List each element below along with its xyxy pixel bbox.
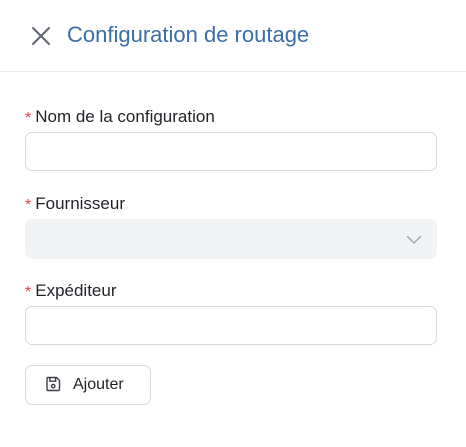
sender-label-text: Expéditeur <box>35 281 117 300</box>
required-marker: * <box>25 110 32 127</box>
config-name-label: * Nom de la configuration <box>25 106 215 129</box>
close-icon[interactable] <box>29 24 53 48</box>
config-name-input[interactable] <box>25 132 437 171</box>
page-title: Configuration de routage <box>67 22 310 47</box>
config-name-label-text: Nom de la configuration <box>35 107 215 126</box>
sender-input[interactable] <box>25 306 437 345</box>
add-button[interactable]: Ajouter <box>25 365 151 405</box>
add-button-label: Ajouter <box>73 376 124 393</box>
required-marker: * <box>25 197 32 214</box>
provider-label: * Fournisseur <box>25 193 125 216</box>
chevron-down-icon <box>406 232 422 248</box>
dialog-header: Configuration de routage <box>0 0 466 72</box>
save-icon <box>45 376 61 392</box>
sender-label: * Expéditeur <box>25 280 117 303</box>
provider-select[interactable] <box>25 219 437 259</box>
provider-label-text: Fournisseur <box>35 194 125 213</box>
required-marker: * <box>25 284 32 301</box>
